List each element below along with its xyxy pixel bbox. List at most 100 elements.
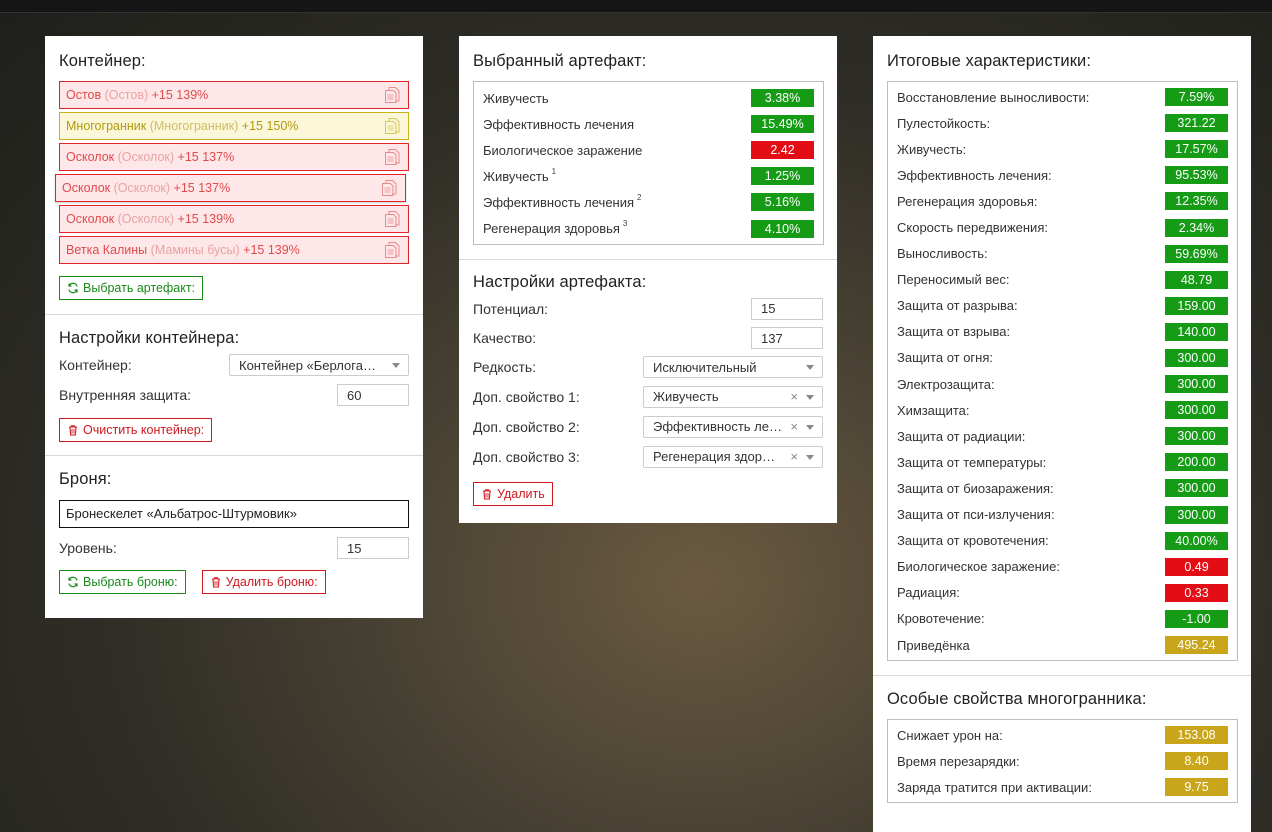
stat-row: Живучесть 1 1.25% [483,163,814,189]
rarity-row: Редкость: Исключительный [473,353,823,382]
container-artifact-item[interactable]: Осколок (Осколок) +15 139% [59,205,409,233]
stat-row: Защита от взрыва: 140.00 [897,319,1228,345]
stat-label-text: Эффективность лечения: [897,167,1052,183]
delete-artifact-button[interactable]: Удалить [473,481,553,506]
stat-row: Регенерация здоровья 3 4.10% [483,215,814,241]
stat-label: Заряда тратится при активации: [897,780,1092,795]
armor-section: Броня: Бронескелет «Альбатрос-Штурмовик»… [45,456,423,608]
copy-icon[interactable] [384,86,400,104]
armor-level-row: Уровень: 15 [59,532,409,564]
potential-input[interactable]: 15 [751,297,823,320]
artifact-name: Осколок [66,212,115,226]
stat-label-text: Эффективность лечения [483,116,635,132]
stat-row: Скорость передвижения: 2.34% [897,214,1228,240]
stat-row: Эффективность лечения: 95.53% [897,162,1228,188]
select-artifact-button[interactable]: Выбрать артефакт: [59,276,204,300]
artifact-bonus: +15 137% [173,181,231,195]
stat-label: Кровотечение: [897,611,985,626]
prop2-row: Доп. свойство 2: Эффективность ле… × [473,412,823,442]
stat-label: Эффективность лечения [483,117,634,132]
stat-row: Защита от кровотечения: 40.00% [897,528,1228,554]
stat-label-text: Защита от радиации: [897,428,1026,444]
trash-icon [69,425,77,436]
selected-artifact-section: Выбранный артефакт: Живучесть 3.38% Эффект… [459,36,837,260]
clear-container-button[interactable]: Очистить контейнер: [59,418,213,442]
stat-label-text: Защита от биозаражения: [897,480,1054,496]
artifact-bonus: +15 137% [177,150,235,164]
stat-label: Защита от температуры: [897,455,1046,470]
stat-row: Электрозащита: 300.00 [897,371,1228,397]
stat-value: 495.24 [1165,636,1228,655]
left-panel: Контейнер: Остов (Остов) +15 139% Многогр… [45,36,423,618]
container-artifact-item[interactable]: Осколок (Осколок) +15 137% [59,143,409,171]
protection-input[interactable]: 60 [337,384,409,406]
stat-value: 300.00 [1165,479,1228,498]
stat-value: 95.53% [1165,166,1228,185]
clear-icon[interactable]: × [790,449,798,464]
container-artifact-item[interactable]: Осколок (Осколок) +15 137% [55,174,406,202]
copy-icon[interactable] [381,179,397,197]
stat-row: Приведёнка 495.24 [897,632,1228,658]
container-artifact-list: Остов (Остов) +15 139% Многогранник (Мног… [55,81,409,264]
container-title: Контейнер: [59,52,146,70]
delete-armor-button[interactable]: Удалить броню: [201,570,326,594]
container-artifact-item[interactable]: Остов (Остов) +15 139% [59,81,409,109]
stat-label-text: Приведёнка [897,637,970,653]
protection-value: 60 [347,387,362,403]
stat-label: Защита от биозаражения: [897,481,1054,496]
prop3-select[interactable]: Регенерация здор… × [643,445,823,468]
stat-value: 48.79 [1165,270,1228,289]
stat-label: Время перезарядки: [897,754,1020,769]
copy-icon[interactable] [384,241,400,259]
stat-label: Эффективность лечения 2 [483,193,642,210]
stat-label: Электрозащита: [897,377,995,392]
copy-icon[interactable] [384,117,400,135]
stat-value: 153.08 [1165,726,1228,745]
container-select[interactable]: Контейнер «Берлога… [229,354,409,376]
stat-label-text: Защита от температуры: [897,454,1047,470]
copy-icon[interactable] [384,210,400,228]
prop1-select[interactable]: Живучесть × [643,385,823,408]
stat-row: Восстановление выносливости: 7.59% [897,84,1228,110]
quality-input[interactable]: 137 [751,327,823,350]
clear-icon[interactable]: × [790,389,798,404]
protection-label: Внутренняя защита: [59,387,192,403]
stat-label: Регенерация здоровья: [897,194,1038,209]
prop2-select[interactable]: Эффективность ле… × [643,415,823,438]
stat-label: Восстановление выносливости: [897,90,1089,105]
clear-icon[interactable]: × [790,419,798,434]
stat-value: 200.00 [1165,453,1228,472]
stat-label: Пулестойкость: [897,116,990,131]
stat-row: Эффективность лечения 2 5.16% [483,189,814,215]
stat-row: Переносимый вес: 48.79 [897,267,1228,293]
stat-label-text: Выносливость: [897,246,988,262]
container-select-value: Контейнер «Берлога… [239,357,376,373]
armor-level-input[interactable]: 15 [337,537,409,559]
stat-row: Защита от температуры: 200.00 [897,449,1228,475]
stat-label-text: Электрозащита: [897,376,995,392]
selected-artifact-stats: Живучесть 3.38% Эффективность лечения 15.49… [473,81,824,245]
rarity-label: Редкость: [473,359,537,376]
stat-label: Живучесть: [897,142,966,157]
stat-row: Защита от радиации: 300.00 [897,423,1228,449]
stat-value: 140.00 [1165,322,1228,341]
stat-value: 300.00 [1165,401,1228,420]
stat-value: -1.00 [1165,609,1228,628]
chevron-down-icon [806,365,814,371]
stat-value: 0.33 [1165,583,1228,602]
stat-label-text: Время перезарядки: [897,753,1020,769]
stat-label: Биологическое заражение: [897,559,1060,574]
copy-icon[interactable] [384,148,400,166]
stat-row: Снижает урон на: 153.08 [897,722,1228,748]
right-panel: Итоговые характеристики: Восстановление … [873,36,1251,832]
select-armor-button[interactable]: Выбрать броню: [59,570,186,594]
rarity-select[interactable]: Исключительный [643,356,823,379]
container-artifact-item[interactable]: Многогранник (Многогранник) +15 150% [59,112,409,140]
stat-value: 8.40 [1165,752,1228,771]
armor-name-field[interactable]: Бронескелет «Альбатрос-Штурмовик» [59,500,409,528]
stat-label-text: Защита от кровотечения: [897,533,1049,549]
totals-section: Итоговые характеристики: Восстановление … [873,36,1251,677]
refresh-icon [68,576,78,588]
container-artifact-item[interactable]: Ветка Калины (Мамины бусы) +15 139% [59,236,409,264]
chevron-down-icon [806,454,814,460]
